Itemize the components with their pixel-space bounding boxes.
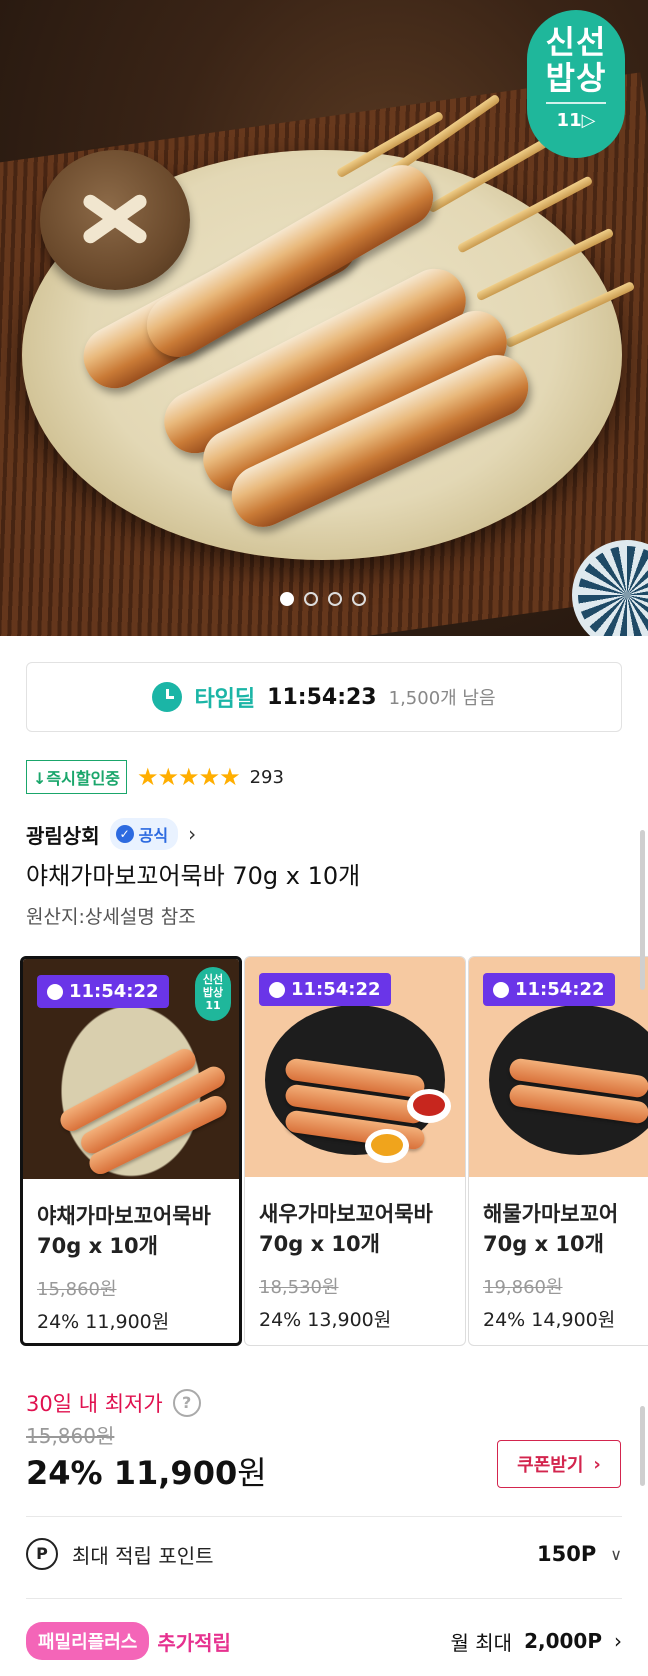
scrollbar[interactable]: [640, 1406, 645, 1486]
official-badge: ✓ 공식: [109, 818, 179, 850]
points-row[interactable]: P 최대 적립 포인트 150P ∨: [26, 1538, 622, 1570]
points-value: 150P: [537, 1542, 597, 1566]
alarm-clock-icon: [47, 983, 63, 1000]
option-card-3[interactable]: 11:54:22 해물가마보꼬어 70g x 10개 19,860원 24% 14…: [468, 956, 648, 1346]
time-deal-banner: 타임딜 11:54:23 1,500개 남음: [26, 662, 622, 732]
coupon-label: 쿠폰받기: [517, 1455, 584, 1476]
star-rating-icon[interactable]: ★★★★★: [137, 763, 241, 791]
option-card-2[interactable]: 11:54:22 새우가마보꼬어묵바 70g x 10개 18,530원 24% …: [244, 956, 466, 1346]
carousel-dot-1[interactable]: [280, 592, 294, 606]
instant-discount-badge: ↓즉시할인중: [26, 760, 128, 794]
option-timer: 11:54:22: [259, 973, 391, 1006]
lowest-price-label: 30일 내 최저가: [26, 1392, 163, 1416]
chevron-down-icon[interactable]: ∨: [610, 1545, 622, 1564]
option-image: 11:54:22 신선 밥상 11: [23, 959, 239, 1179]
option-price: 24% 11,900원: [37, 1311, 170, 1333]
sauce-dish: [407, 1089, 451, 1123]
brand-badge-logo: 11▷: [556, 110, 596, 131]
original-price: 15,860원: [26, 1424, 115, 1448]
alarm-clock-icon: [152, 682, 183, 712]
brand-badge: 신선 밥상 11▷: [527, 10, 625, 158]
help-icon[interactable]: ?: [172, 1389, 201, 1417]
alarm-clock-icon: [269, 981, 285, 998]
extra-points-label: 추가적립: [157, 1630, 231, 1655]
carousel-dot-2[interactable]: [304, 592, 318, 606]
option-image: 11:54:22: [245, 957, 465, 1177]
sauce-dish: [365, 1129, 409, 1163]
origin-info: 원산지:상세설명 참조: [26, 906, 196, 928]
option-timer: 11:54:22: [483, 973, 615, 1006]
time-deal-label: 타임딜: [194, 687, 256, 712]
rating-row: ↓즉시할인중 ★★★★★ 293: [26, 760, 284, 794]
badge-divider: [546, 102, 606, 104]
option-price: 24% 14,900원: [483, 1309, 616, 1331]
option-timer: 11:54:22: [37, 975, 169, 1008]
monthly-max-label: 월 최대: [450, 1630, 513, 1655]
seller-name[interactable]: 광림상회: [26, 820, 100, 849]
verified-check-icon: ✓: [115, 825, 134, 843]
carousel-dot-4[interactable]: [352, 592, 366, 606]
chevron-right-icon[interactable]: ›: [188, 822, 196, 846]
carousel-indicator: [280, 592, 366, 606]
lowest-price-row: 30일 내 최저가 ?: [26, 1388, 201, 1418]
option-name: 해물가마보꼬어 70g x 10개: [483, 1202, 619, 1256]
brand-badge-line1: 신선: [545, 23, 607, 61]
divider: [26, 1598, 622, 1599]
brand-badge-line2: 밥상: [545, 59, 607, 97]
scrollbar[interactable]: [640, 830, 645, 990]
option-original-price: 19,860원: [483, 1277, 563, 1298]
mushroom: [40, 150, 190, 290]
coupon-button[interactable]: 쿠폰받기 ›: [497, 1440, 621, 1488]
option-carousel[interactable]: 11:54:22 신선 밥상 11 야채가마보꼬어묵바 70g x 10개 15,86…: [20, 956, 648, 1348]
option-original-price: 18,530원: [259, 1277, 339, 1298]
review-count[interactable]: 293: [250, 767, 284, 788]
time-deal-countdown: 11:54:23: [267, 684, 377, 710]
alarm-clock-icon: [493, 981, 509, 998]
divider: [26, 1516, 622, 1517]
time-deal-remaining: 1,500개 남음: [388, 688, 496, 709]
option-name: 새우가마보꼬어묵바 70g x 10개: [259, 1202, 433, 1256]
official-label: 공식: [138, 826, 169, 845]
chevron-right-icon: ›: [593, 1453, 601, 1475]
points-label: 최대 적립 포인트: [72, 1543, 214, 1568]
option-price: 24% 13,900원: [259, 1309, 392, 1331]
carousel-dot-3[interactable]: [328, 592, 342, 606]
point-icon: P: [26, 1538, 58, 1570]
chevron-right-icon[interactable]: ›: [614, 1629, 622, 1653]
family-plus-badge: 패밀리플러스: [26, 1622, 150, 1660]
option-original-price: 15,860원: [37, 1279, 117, 1300]
seller-link[interactable]: 광림상회 ✓ 공식 ›: [26, 818, 196, 850]
brand-badge-small: 신선 밥상 11: [195, 967, 231, 1021]
sale-price: 24% 11,900원: [26, 1454, 267, 1492]
option-card-1[interactable]: 11:54:22 신선 밥상 11 야채가마보꼬어묵바 70g x 10개 15,86…: [20, 956, 242, 1346]
option-image: 11:54:22: [469, 957, 648, 1177]
product-hero-image[interactable]: 신선 밥상 11▷: [0, 0, 648, 636]
option-name: 야채가마보꼬어묵바 70g x 10개: [37, 1204, 211, 1258]
family-plus-row[interactable]: 패밀리플러스 추가적립 월 최대 2,000P ›: [26, 1622, 622, 1660]
product-title: 야채가마보꼬어묵바 70g x 10개: [26, 862, 361, 890]
monthly-max-value: 2,000P: [524, 1629, 602, 1653]
